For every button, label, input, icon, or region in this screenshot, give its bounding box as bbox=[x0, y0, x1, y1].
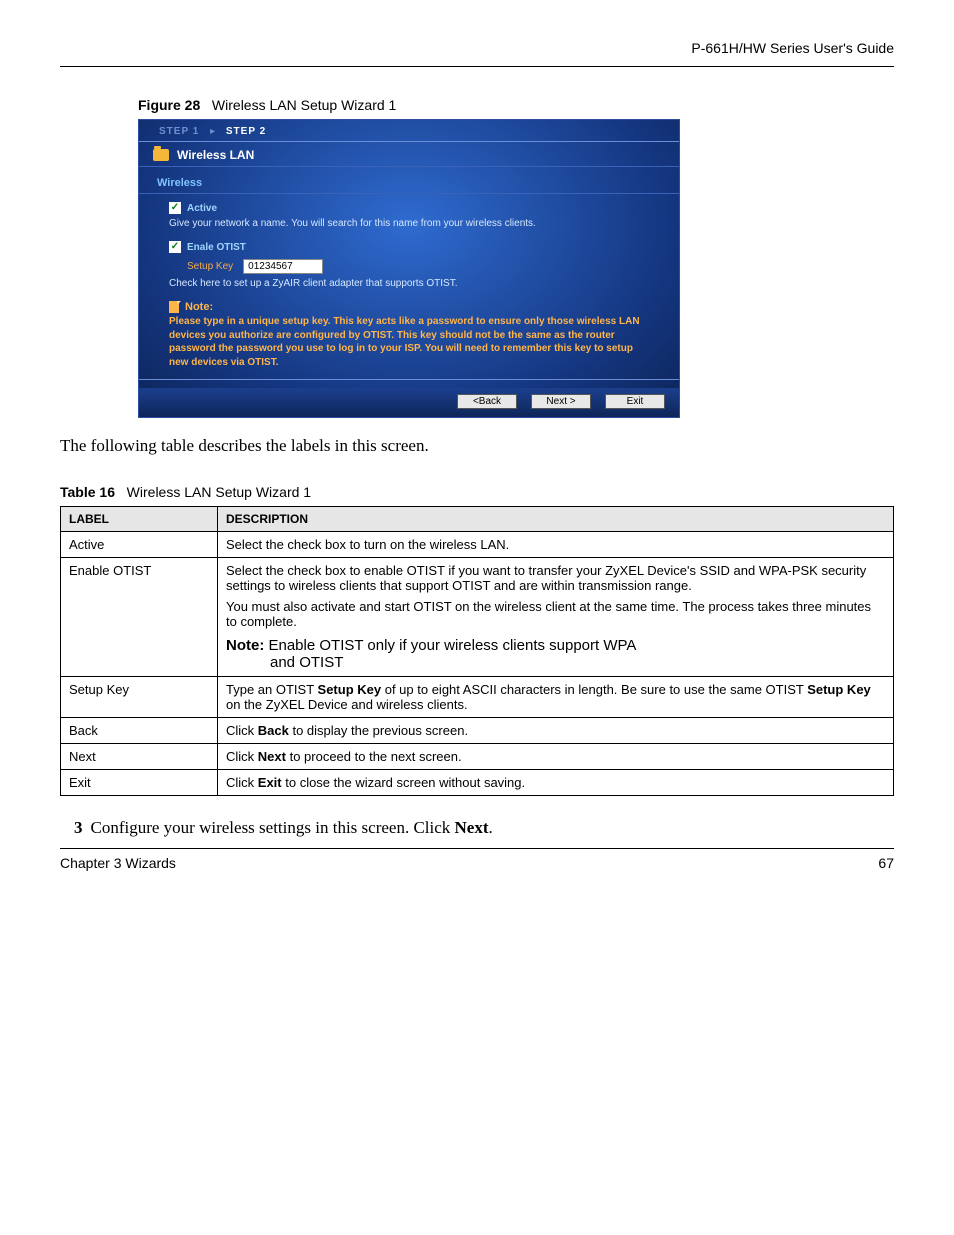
otist-hint: Check here to set up a ZyAIR client adap… bbox=[169, 278, 661, 289]
table-row: Next Click Next to proceed to the next s… bbox=[61, 744, 894, 770]
setup-key-input[interactable] bbox=[243, 259, 323, 274]
wizard-title-row: Wireless LAN bbox=[139, 142, 679, 167]
cell-desc: Click Exit to close the wizard screen wi… bbox=[218, 770, 894, 796]
table-caption-title: Wireless LAN Setup Wizard 1 bbox=[127, 484, 311, 500]
txt: to close the wizard screen without savin… bbox=[282, 775, 526, 790]
txt-bold: Setup Key bbox=[807, 682, 871, 697]
cell-desc: Click Back to display the previous scree… bbox=[218, 718, 894, 744]
wizard-title: Wireless LAN bbox=[177, 148, 254, 162]
otist-note-line2: and OTIST bbox=[270, 654, 885, 671]
txt: on the ZyXEL Device and wireless clients… bbox=[226, 697, 468, 712]
active-checkbox[interactable]: ✓ bbox=[169, 202, 181, 214]
footer-rule bbox=[60, 848, 894, 849]
exit-button[interactable]: Exit bbox=[605, 394, 665, 409]
wizard-footer: <Back Next > Exit bbox=[139, 388, 679, 417]
wizard-screenshot: STEP 1 ▸ STEP 2 Wireless LAN Wireless ✓ … bbox=[138, 119, 680, 418]
otist-p2: You must also activate and start OTIST o… bbox=[226, 599, 885, 629]
otist-p1: Select the check box to enable OTIST if … bbox=[226, 563, 885, 593]
step-bold: Next bbox=[455, 818, 489, 837]
note-icon bbox=[169, 301, 179, 313]
step-pre: Configure your wireless settings in this… bbox=[91, 818, 455, 837]
otist-note-rest: Enable OTIST only if your wireless clien… bbox=[264, 637, 636, 654]
txt: Type an OTIST bbox=[226, 682, 318, 697]
table-header-row: LABEL DESCRIPTION bbox=[61, 507, 894, 532]
wizard-section-label: Wireless bbox=[139, 167, 679, 194]
active-hint: Give your network a name. You will searc… bbox=[169, 218, 661, 229]
step-2-label: STEP 2 bbox=[226, 126, 266, 137]
intro-text: The following table describes the labels… bbox=[60, 436, 894, 456]
description-table: LABEL DESCRIPTION Active Select the chec… bbox=[60, 506, 894, 796]
cell-label: Active bbox=[61, 532, 218, 558]
cell-label: Enable OTIST bbox=[61, 558, 218, 677]
txt: to proceed to the next screen. bbox=[286, 749, 462, 764]
txt: Click bbox=[226, 749, 258, 764]
table-row: Active Select the check box to turn on t… bbox=[61, 532, 894, 558]
txt: to display the previous screen. bbox=[289, 723, 468, 738]
otist-label: Enale OTIST bbox=[187, 242, 246, 253]
note-heading: Note: bbox=[169, 301, 661, 313]
page-footer: Chapter 3 Wizards 67 bbox=[60, 855, 894, 871]
wizard-separator bbox=[139, 379, 679, 380]
table-row: Enable OTIST Select the check box to ena… bbox=[61, 558, 894, 677]
cell-label: Next bbox=[61, 744, 218, 770]
footer-right: 67 bbox=[878, 855, 894, 871]
figure-title: Wireless LAN Setup Wizard 1 bbox=[212, 97, 396, 113]
next-button[interactable]: Next > bbox=[531, 394, 591, 409]
cell-desc: Select the check box to enable OTIST if … bbox=[218, 558, 894, 677]
otist-note: Note: Enable OTIST only if your wireless… bbox=[226, 637, 885, 671]
wizard-body: ✓ Active Give your network a name. You w… bbox=[139, 202, 679, 388]
step-3: 3 Configure your wireless settings in thi… bbox=[74, 818, 894, 838]
step-number: 3 bbox=[74, 818, 83, 837]
otist-checkbox[interactable]: ✓ bbox=[169, 241, 181, 253]
txt-bold: Back bbox=[258, 723, 289, 738]
step-1-label: STEP 1 bbox=[159, 126, 199, 137]
otist-note-bold: Note: bbox=[226, 637, 264, 654]
cell-label: Exit bbox=[61, 770, 218, 796]
txt: of up to eight ASCII characters in lengt… bbox=[381, 682, 807, 697]
note-body: Please type in a unique setup key. This … bbox=[169, 315, 661, 369]
table-row: Back Click Back to display the previous … bbox=[61, 718, 894, 744]
header-rule bbox=[60, 66, 894, 67]
active-label: Active bbox=[187, 203, 217, 214]
col-description: DESCRIPTION bbox=[218, 507, 894, 532]
figure-caption: Figure 28 Wireless LAN Setup Wizard 1 bbox=[138, 97, 894, 113]
folder-icon bbox=[153, 149, 169, 161]
cell-label: Setup Key bbox=[61, 677, 218, 718]
back-button[interactable]: <Back bbox=[457, 394, 517, 409]
table-caption-label: Table 16 bbox=[60, 484, 115, 500]
cell-desc: Type an OTIST Setup Key of up to eight A… bbox=[218, 677, 894, 718]
table-caption: Table 16 Wireless LAN Setup Wizard 1 bbox=[60, 484, 894, 500]
txt: Click bbox=[226, 775, 258, 790]
txt: Click bbox=[226, 723, 258, 738]
cell-desc: Select the check box to turn on the wire… bbox=[218, 532, 894, 558]
setup-key-label: Setup Key bbox=[187, 261, 233, 272]
header-guide-title: P-661H/HW Series User's Guide bbox=[60, 40, 894, 66]
col-label: LABEL bbox=[61, 507, 218, 532]
txt-bold: Setup Key bbox=[318, 682, 382, 697]
txt-bold: Exit bbox=[258, 775, 282, 790]
footer-left: Chapter 3 Wizards bbox=[60, 855, 176, 871]
table-row: Exit Click Exit to close the wizard scre… bbox=[61, 770, 894, 796]
figure-label: Figure 28 bbox=[138, 97, 200, 113]
step-arrow-icon: ▸ bbox=[210, 126, 215, 137]
step-post: . bbox=[489, 818, 493, 837]
table-row: Setup Key Type an OTIST Setup Key of up … bbox=[61, 677, 894, 718]
cell-label: Back bbox=[61, 718, 218, 744]
wizard-step-bar: STEP 1 ▸ STEP 2 bbox=[139, 120, 679, 142]
txt-bold: Next bbox=[258, 749, 286, 764]
note-head-text: Note: bbox=[185, 301, 213, 313]
cell-desc: Click Next to proceed to the next screen… bbox=[218, 744, 894, 770]
